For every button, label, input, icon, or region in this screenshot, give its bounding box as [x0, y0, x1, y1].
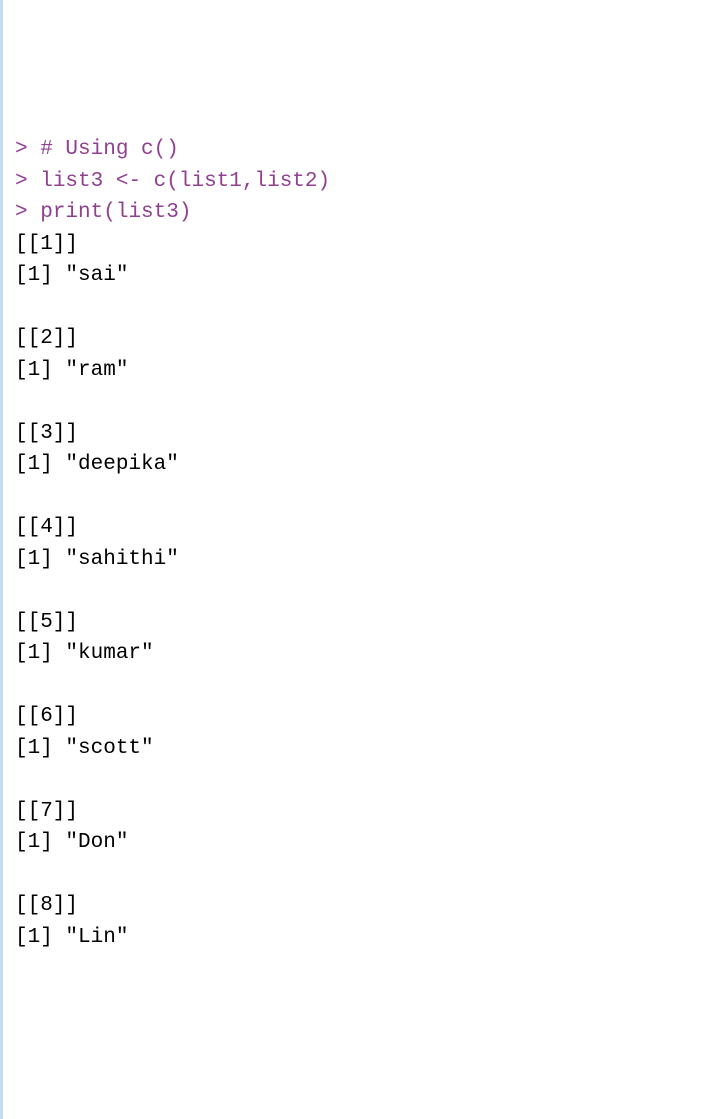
rparen: ): [179, 201, 192, 224]
output-value: [1] "Don": [15, 827, 702, 859]
output-index: [[8]]: [15, 890, 702, 922]
output-value: [1] "Lin": [15, 922, 702, 954]
prompt: >: [15, 201, 40, 224]
output-blank: [15, 670, 702, 702]
comment: # Using c(): [40, 138, 179, 161]
arg: list3: [116, 201, 179, 224]
function-name: print: [40, 201, 103, 224]
output-index: [[3]]: [15, 418, 702, 450]
output-value: [1] "sai": [15, 260, 702, 292]
output-blank: [15, 386, 702, 418]
variable: list3: [40, 170, 116, 193]
lparen: (: [166, 170, 179, 193]
code-line-3: > print(list3): [15, 197, 702, 229]
output-value: [1] "kumar": [15, 638, 702, 670]
output-value: [1] "ram": [15, 355, 702, 387]
lparen: (: [103, 201, 116, 224]
output-index: [[1]]: [15, 229, 702, 261]
output-blank: [15, 292, 702, 324]
comma: ,: [242, 170, 255, 193]
arg2: list2: [255, 170, 318, 193]
rparen: ): [318, 170, 331, 193]
prompt: >: [15, 170, 40, 193]
assign-op: <-: [116, 170, 154, 193]
code-line-1: > # Using c(): [15, 134, 702, 166]
output-index: [[5]]: [15, 607, 702, 639]
output-blank: [15, 575, 702, 607]
output-index: [[6]]: [15, 701, 702, 733]
output-blank: [15, 764, 702, 796]
output-index: [[4]]: [15, 512, 702, 544]
output-blank: [15, 481, 702, 513]
output-block: [[1]][1] "sai" [[2]][1] "ram" [[3]][1] "…: [15, 229, 702, 954]
prompt: >: [15, 138, 40, 161]
output-value: [1] "scott": [15, 733, 702, 765]
output-value: [1] "deepika": [15, 449, 702, 481]
output-index: [[2]]: [15, 323, 702, 355]
code-line-2: > list3 <- c(list1,list2): [15, 166, 702, 198]
output-value: [1] "sahithi": [15, 544, 702, 576]
output-blank: [15, 859, 702, 891]
function-name: c: [154, 170, 167, 193]
output-index: [[7]]: [15, 796, 702, 828]
arg1: list1: [179, 170, 242, 193]
